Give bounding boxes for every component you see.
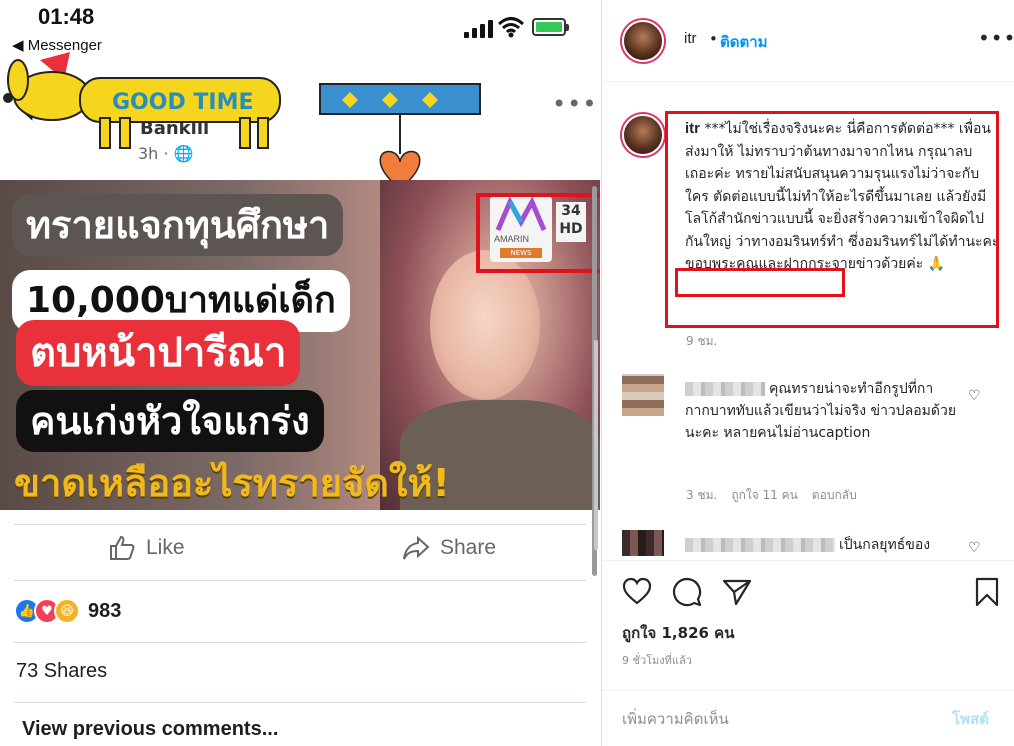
- reaction-count: 983: [88, 599, 122, 622]
- like-button[interactable]: Like: [108, 534, 185, 562]
- follow-button[interactable]: ติดตาม: [720, 30, 768, 54]
- battery-icon: [532, 18, 569, 36]
- avatar[interactable]: [622, 20, 664, 62]
- post-time-ago: 9 ชั่วโมงที่แล้ว: [622, 654, 692, 667]
- like-comment-heart-icon[interactable]: ♡: [968, 388, 981, 404]
- thumbs-up-icon: [110, 535, 135, 560]
- comment-meta: 3 ชม. ถูกใจ 11 คน ตอบกลับ: [686, 486, 857, 505]
- add-comment-input[interactable]: เพิ่มความคิดเห็น: [622, 707, 729, 731]
- facebook-post-screenshot: 01:48 ◀ Messenger ‹ Banklll 3h · 🌐 ••• G…: [0, 0, 600, 746]
- sticker-text: GOOD TIME: [112, 90, 254, 115]
- divider: [14, 524, 586, 525]
- logo-highlight-box: [476, 193, 600, 273]
- news-headline-5: ขาดเหลืออะไรทรายจัดให้!: [14, 461, 450, 505]
- post-comment-button[interactable]: โพสต์: [952, 707, 989, 731]
- likes-count[interactable]: ถูกใจ 1,826 คน: [622, 621, 734, 645]
- wifi-icon: [498, 17, 524, 38]
- ig-post-header: itr • ติดตาม •••: [602, 0, 1014, 82]
- ig-action-bar: ถูกใจ 1,826 คน 9 ชั่วโมงที่แล้ว: [602, 560, 1014, 690]
- separator-dot: •: [709, 30, 718, 48]
- news-headline-4: คนเก่งหัวใจแกร่ง: [16, 390, 324, 452]
- blurred-username: [685, 538, 835, 552]
- blurred-username: [685, 382, 765, 396]
- like-comment-heart-icon[interactable]: ♡: [968, 540, 981, 556]
- like-label: Like: [146, 536, 185, 559]
- share-button[interactable]: Share: [402, 534, 496, 562]
- comment-avatar-blurred[interactable]: [622, 374, 664, 416]
- divider: [14, 702, 586, 703]
- signal-icon: [464, 20, 493, 38]
- flag-bunting-sticker: [319, 83, 481, 189]
- more-options-icon[interactable]: •••: [552, 90, 597, 118]
- divider: [14, 580, 586, 581]
- comment-likes[interactable]: ถูกใจ 11 คน: [731, 486, 798, 505]
- phrase-highlight-box: [675, 268, 845, 297]
- reactions-summary[interactable]: 👍 ♥ 😆 983: [14, 598, 121, 624]
- comment-body: เป็นกลยุทธ์ของ: [839, 537, 931, 553]
- comment-avatar-blurred[interactable]: [622, 530, 664, 556]
- share-icon: [403, 535, 430, 560]
- send-icon[interactable]: [722, 577, 752, 607]
- share-label: Share: [440, 536, 497, 559]
- news-headline-1: ทรายแจกทุนศึกษา: [12, 194, 344, 256]
- shares-count[interactable]: 73 Shares: [16, 660, 107, 683]
- more-options-icon[interactable]: •••: [978, 26, 1014, 50]
- reply-button[interactable]: ตอบกลับ: [812, 486, 857, 505]
- divider: [14, 642, 586, 643]
- ig-comments-scrollbar[interactable]: [594, 340, 598, 550]
- view-previous-comments-link[interactable]: View previous comments...: [22, 718, 278, 741]
- comment-text: คุณทรายน่าจะทำอีกรูปที่กากากบาททับแล้วเข…: [685, 378, 965, 444]
- ig-username[interactable]: itr: [684, 30, 697, 47]
- bookmark-icon[interactable]: [974, 577, 1000, 607]
- status-time: 01:48: [38, 4, 95, 29]
- heart-icon[interactable]: [622, 577, 652, 605]
- caption-avatar[interactable]: [622, 114, 664, 156]
- add-comment-bar: เพิ่มความคิดเห็น โพสต์: [602, 690, 1014, 746]
- news-headline-3: ตบหน้าปารีณา: [16, 320, 301, 386]
- comment-time: 3 ชม.: [686, 488, 718, 502]
- comment-text: เป็นกลยุทธ์ของ: [685, 534, 965, 556]
- haha-reaction-icon: 😆: [54, 598, 80, 624]
- comment-icon[interactable]: [672, 577, 702, 607]
- caption-time: 9 ชม.: [686, 334, 718, 348]
